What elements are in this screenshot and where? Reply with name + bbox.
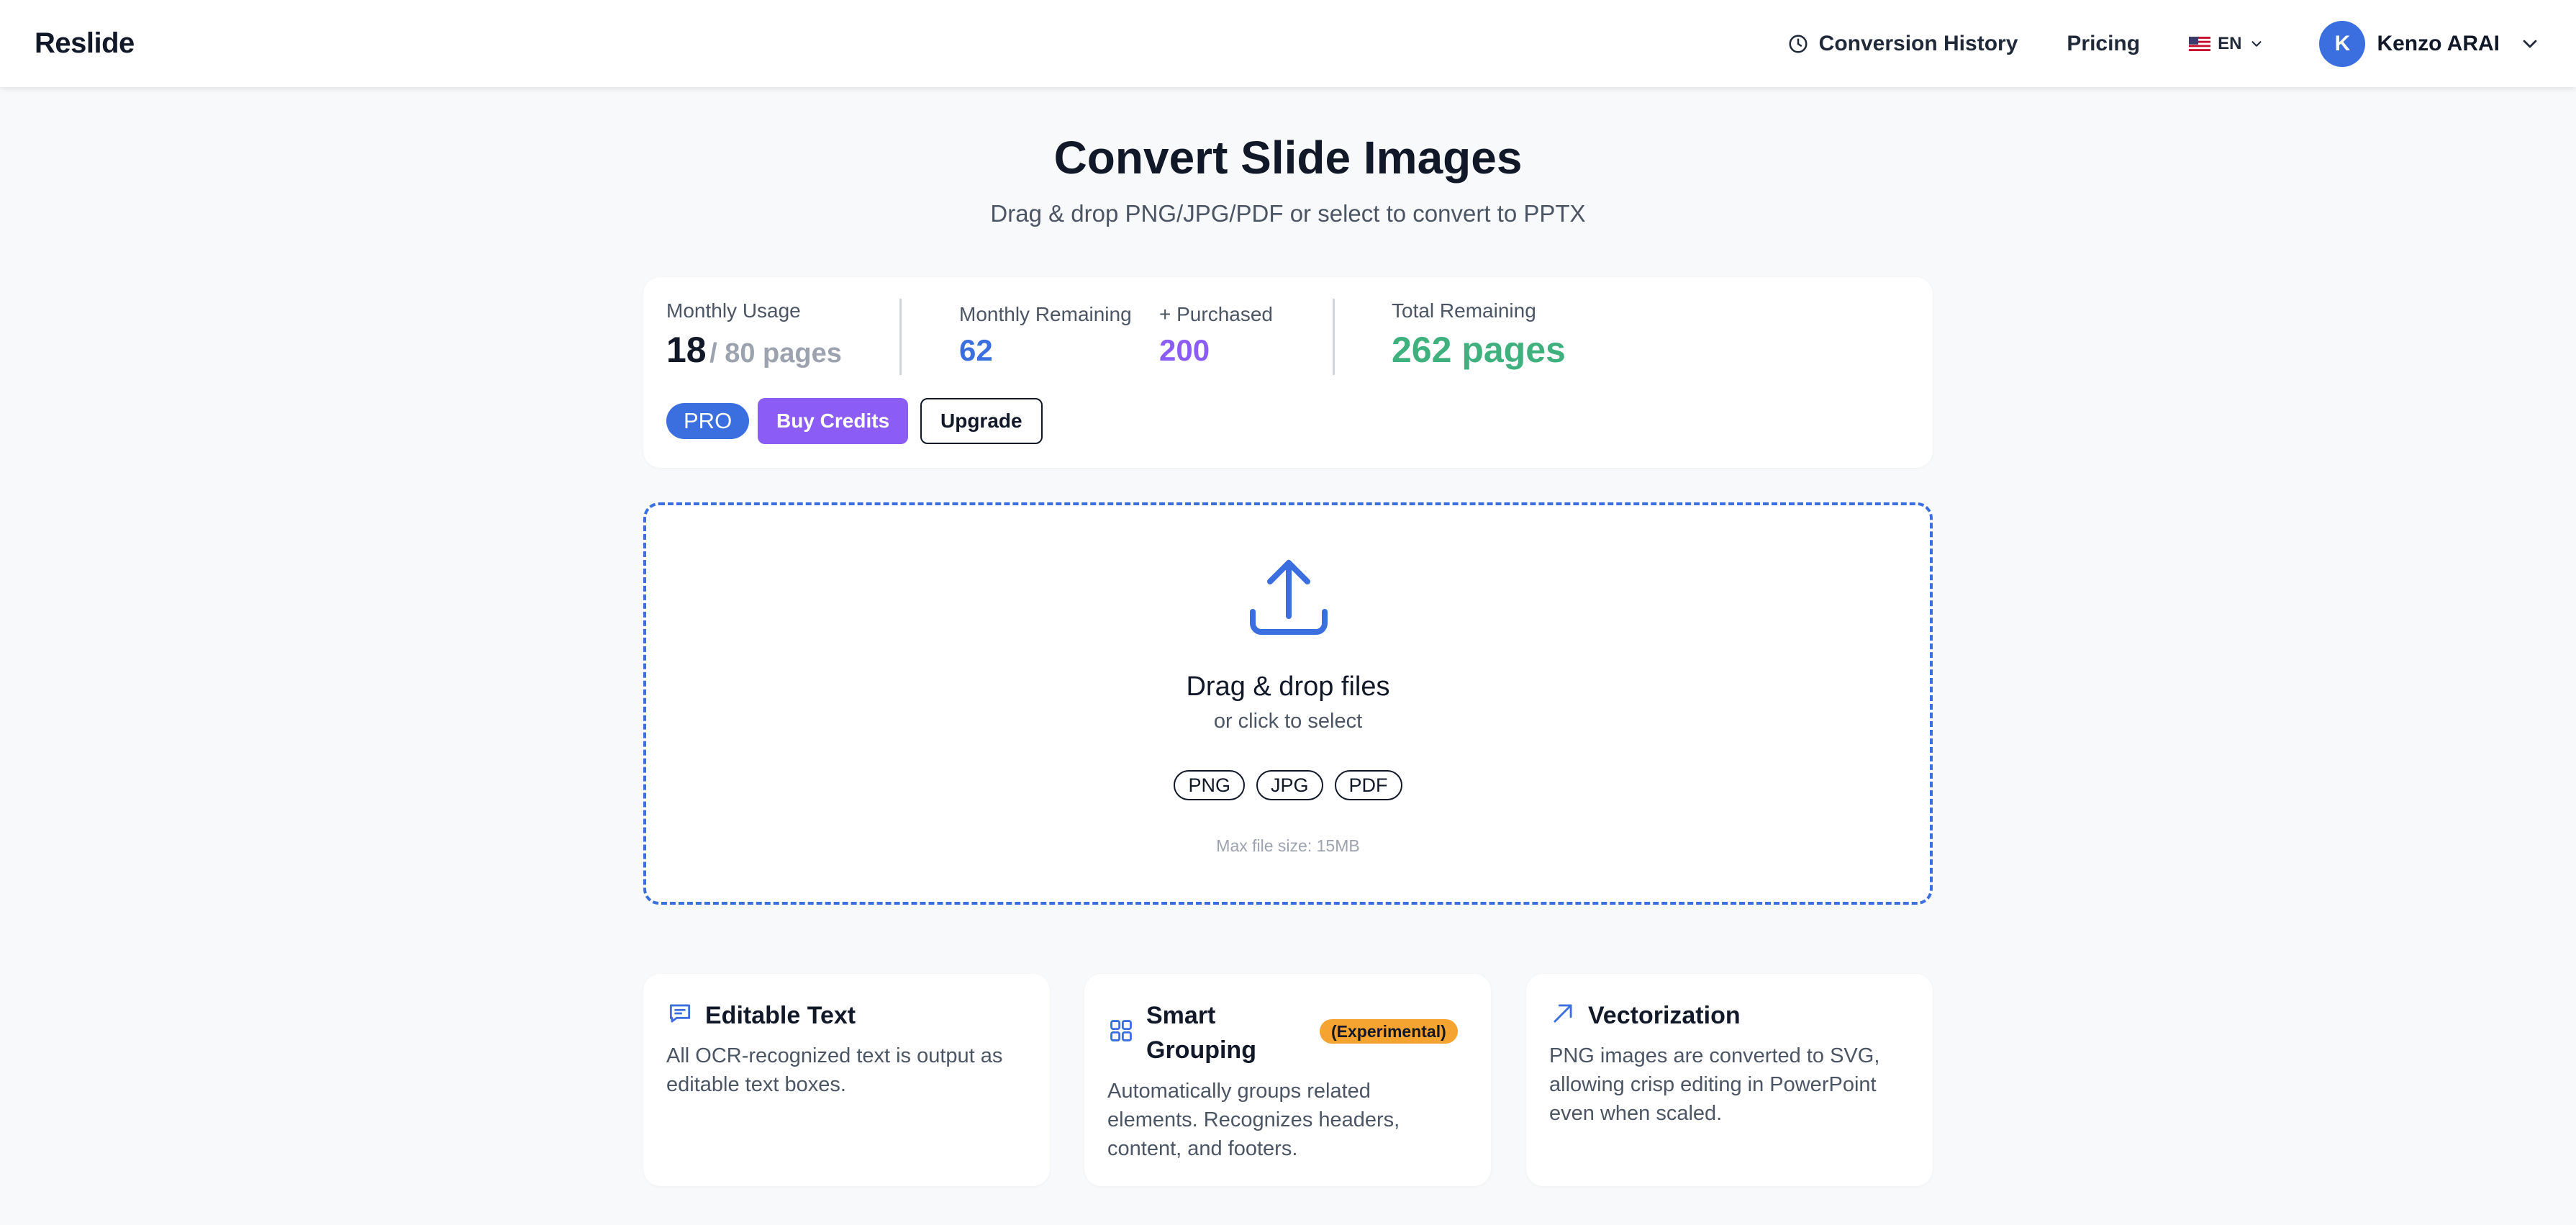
dropzone-title: Drag & drop files [1186,672,1390,702]
user-name: Kenzo ARAI [2377,31,2500,55]
user-menu[interactable]: K Kenzo ARAI [2319,20,2541,67]
pricing-label: Pricing [2067,31,2141,55]
monthly-usage-label: Monthly Usage [666,299,801,322]
divider [1333,299,1335,375]
us-flag-icon [2189,36,2211,51]
total-remaining-label: Total Remaining [1392,299,1536,322]
feature-title: Editable Text [705,1002,856,1029]
feature-description: All OCR-recognized text is output as edi… [666,1044,1003,1096]
divider [899,299,902,375]
monthly-usage-value: 18 / 80 pages [666,329,842,371]
monthly-limit: / 80 pages [709,338,842,369]
arrow-up-right-icon [1554,1004,1572,1023]
feature-card-editable-text: Editable Text All OCR-recognized text is… [643,974,1050,1186]
conversion-history-link[interactable]: Conversion History [1787,32,2018,56]
language-code: EN [2218,33,2242,53]
upload-icon [1250,560,1328,635]
pricing-link[interactable]: Pricing [2067,32,2140,56]
chevron-down-icon [2523,40,2537,48]
format-badges: PNG JPG PDF [646,770,1930,800]
page-subtitle: Drag & drop PNG/JPG/PDF or select to con… [990,200,1586,227]
experimental-badge: (Experimental) [1320,1019,1458,1044]
format-badge-jpg: JPG [1256,770,1323,800]
nav-menu: Conversion History Pricing EN K Kenzo AR… [1787,0,2541,87]
feature-description: PNG images are converted to SVG, allowin… [1549,1044,1880,1125]
format-badge-pdf: PDF [1334,770,1402,800]
usage-card: Monthly Usage 18 / 80 pages Monthly Rema… [643,277,1933,468]
feature-card-smart-grouping: Smart Grouping (Experimental) Automatica… [1084,974,1491,1186]
feature-title: Vectorization [1588,1002,1741,1029]
top-navbar: Reslide Conversion History Pricing EN K … [0,0,2576,87]
conversion-history-label: Conversion History [1818,31,2018,55]
message-icon [669,1004,691,1023]
page-title: Convert Slide Images [1053,132,1523,184]
avatar: K [2319,20,2366,67]
format-badge-png: PNG [1174,770,1245,800]
monthly-used: 18 [666,330,707,370]
grid-icon [1110,1020,1132,1041]
monthly-remaining-label: Monthly Remaining [959,303,1132,325]
plan-badge: PRO [666,403,750,439]
chevron-down-icon [2251,40,2262,47]
file-dropzone[interactable]: Drag & drop files or click to select PNG… [643,502,1933,905]
upgrade-button[interactable]: Upgrade [920,398,1043,444]
total-remaining-value: 262 pages [1392,330,1566,370]
feature-card-vectorization: Vectorization PNG images are converted t… [1526,974,1933,1186]
purchased-label: + Purchased [1159,303,1273,325]
monthly-remaining-value: 62 [959,333,993,367]
max-file-size: Max file size: 15MB [1216,836,1360,855]
feature-description: Automatically groups related elements. R… [1107,1080,1400,1160]
dropzone-subtitle: or click to select [1213,710,1363,733]
brand-logo[interactable]: Reslide [35,27,135,60]
clock-icon [1789,35,1808,53]
buy-credits-button[interactable]: Buy Credits [758,398,909,444]
language-selector[interactable]: EN [2189,34,2264,54]
purchased-value: 200 [1159,333,1210,367]
feature-title: Smart Grouping [1146,1002,1256,1064]
